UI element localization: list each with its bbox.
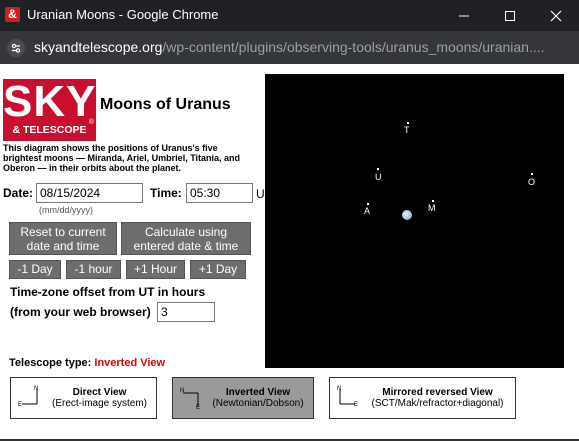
moon-dot-umbriel — [377, 168, 379, 170]
moon-label-titania: T — [404, 125, 410, 135]
moon-label-umbriel: U — [375, 172, 382, 182]
svg-text:E: E — [18, 402, 22, 408]
address-bar[interactable]: skyandtelescope.org/wp-content/plugins/o… — [0, 31, 579, 64]
svg-text:E: E — [196, 405, 200, 409]
logo-sky-text: SKY — [3, 77, 97, 126]
mirrored-view-label: Mirrored reversed View — [382, 387, 493, 398]
maximize-button[interactable] — [487, 0, 533, 31]
inverted-view-button[interactable]: N E Inverted View (Newtonian/Dobson) — [172, 377, 314, 419]
inverted-view-label: Inverted View — [225, 387, 291, 398]
mirrored-view-sub: (SCT/Mak/refractor+diagonal) — [371, 398, 504, 409]
app-icon: & — [5, 7, 20, 22]
svg-text:N: N — [34, 386, 38, 392]
page-title: Moons of Uranus — [100, 96, 231, 113]
moon-dot-miranda — [432, 200, 434, 202]
page-description: This diagram shows the positions of Uran… — [3, 143, 241, 173]
moon-dot-oberon — [531, 173, 533, 175]
site-settings-icon[interactable] — [7, 39, 25, 57]
moon-dot-titania — [407, 122, 409, 124]
timezone-sublabel: (from your web browser) — [10, 305, 151, 319]
window-title: Uranian Moons - Google Chrome — [27, 7, 219, 22]
maximize-icon — [505, 10, 515, 21]
moon-dot-ariel — [367, 203, 369, 205]
date-format-hint: (mm/dd/yyyy) — [39, 205, 93, 215]
time-input[interactable]: 05:30 — [186, 183, 253, 203]
mirrored-view-orientation-icon: N E — [337, 386, 358, 408]
url-text[interactable]: skyandtelescope.org/wp-content/plugins/o… — [34, 39, 545, 55]
minimize-icon — [459, 15, 469, 16]
page-content: SKY & TELESCOPE ® Moons of Uranus This d… — [0, 64, 579, 441]
moon-position-display: T U O A M — [265, 74, 564, 368]
plus-day-button[interactable]: +1 Day — [190, 260, 246, 279]
close-icon — [550, 10, 562, 21]
timezone-offset-input[interactable]: 3 — [157, 302, 215, 322]
time-label: Time: — [150, 186, 182, 200]
moon-label-miranda: M — [428, 203, 436, 213]
direct-view-button[interactable]: N E Direct View (Erect-image system) — [10, 377, 157, 419]
telescope-type-value: Inverted View — [94, 357, 166, 369]
minimize-button[interactable] — [441, 0, 487, 31]
browser-title-bar: & Uranian Moons - Google Chrome — [0, 0, 579, 31]
mirrored-view-button[interactable]: N E Mirrored reversed View (SCT/Mak/refr… — [329, 377, 516, 419]
sky-telescope-logo[interactable]: SKY & TELESCOPE ® — [3, 79, 96, 141]
inverted-view-orientation-icon: N E — [180, 388, 200, 409]
moon-label-oberon: O — [528, 177, 536, 187]
calculate-button[interactable]: Calculate using entered date & time — [121, 222, 251, 255]
svg-text:N: N — [180, 388, 184, 394]
inverted-view-sub: (Newtonian/Dobson) — [212, 398, 304, 409]
logo-telescope-text: & TELESCOPE — [12, 124, 87, 136]
svg-text:N: N — [337, 386, 341, 392]
reset-current-button[interactable]: Reset to current date and time — [9, 222, 117, 255]
timezone-label: Time-zone offset from UT in hours — [10, 285, 206, 299]
date-label: Date: — [3, 186, 34, 200]
telescope-type-label: Telescope type: Inverted View — [9, 357, 166, 369]
uranus-planet — [402, 210, 412, 220]
time-suffix: U — [256, 187, 265, 201]
minus-day-button[interactable]: -1 Day — [9, 260, 61, 279]
direct-view-orientation-icon: N E — [18, 386, 38, 408]
close-button[interactable] — [533, 0, 579, 31]
plus-hour-button[interactable]: +1 Hour — [126, 260, 185, 279]
moon-label-ariel: A — [364, 206, 371, 216]
direct-view-sub: (Erect-image system) — [51, 398, 147, 409]
svg-text:E: E — [354, 402, 358, 408]
minus-hour-button[interactable]: -1 hour — [66, 260, 121, 279]
logo-registered-mark: ® — [88, 119, 94, 126]
date-input[interactable]: 08/15/2024 — [36, 183, 143, 203]
direct-view-label: Direct View — [72, 387, 127, 398]
